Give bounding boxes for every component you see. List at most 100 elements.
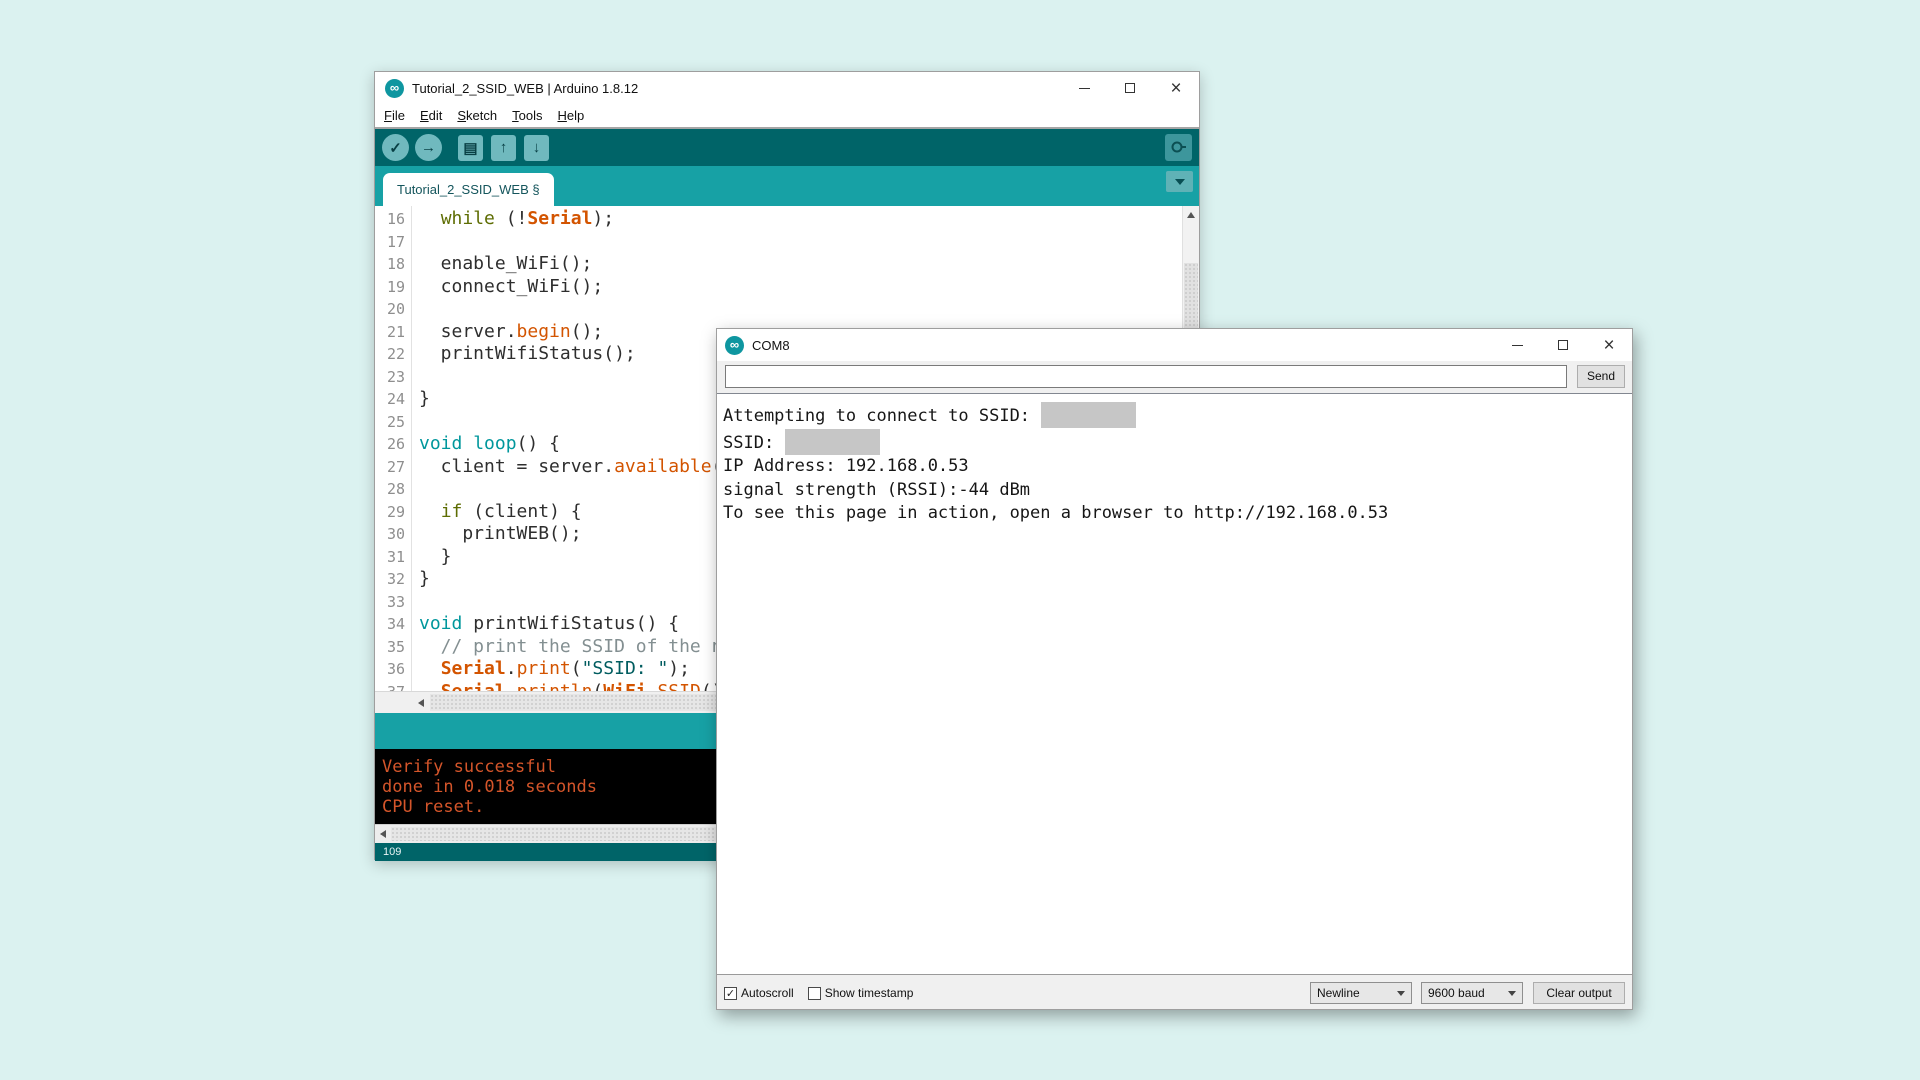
serial-send-input[interactable] <box>725 365 1567 388</box>
maximize-button[interactable] <box>1540 329 1586 361</box>
upload-button[interactable]: → <box>415 134 442 161</box>
document-icon: ▤ <box>463 139 477 157</box>
show-timestamp-checkbox[interactable] <box>808 987 821 1000</box>
line-ending-value: Newline <box>1317 986 1360 1000</box>
line-number: 22 <box>375 343 405 366</box>
line-number: 25 <box>375 411 405 434</box>
redaction-box <box>1041 402 1136 428</box>
gutter-separator <box>411 206 412 691</box>
check-icon: ✓ <box>389 139 402 157</box>
menu-sketch[interactable]: Sketch <box>457 108 497 123</box>
serial-window-title: COM8 <box>752 338 790 353</box>
minimize-button[interactable] <box>1494 329 1540 361</box>
line-number: 16 <box>375 208 405 231</box>
code-line: while (!Serial); <box>419 208 1004 231</box>
arduino-logo-icon: ∞ <box>385 79 404 98</box>
serial-output-line: IP Address: 192.168.0.53 <box>723 455 1632 479</box>
code-line <box>419 231 1004 254</box>
line-number: 17 <box>375 231 405 254</box>
up-arrow-icon: ↑ <box>500 139 508 156</box>
serial-output-line: SSID: <box>723 429 1632 456</box>
baud-rate-select[interactable]: 9600 baud <box>1421 982 1523 1004</box>
send-button[interactable]: Send <box>1577 365 1625 388</box>
line-number: 34 <box>375 613 405 636</box>
line-number: 35 <box>375 636 405 659</box>
line-number: 23 <box>375 366 405 389</box>
down-arrow-icon: ↓ <box>533 139 541 156</box>
line-number: 32 <box>375 568 405 591</box>
redaction-box <box>785 429 880 455</box>
serial-monitor-window: ∞ COM8 × Send Attempting to connect to S… <box>716 328 1633 1010</box>
minimize-icon <box>1079 88 1090 89</box>
serial-monitor-button[interactable] <box>1165 134 1192 161</box>
clear-output-button[interactable]: Clear output <box>1533 982 1625 1004</box>
menu-help[interactable]: Help <box>557 108 584 123</box>
menu-file[interactable]: File <box>384 108 405 123</box>
open-sketch-button[interactable]: ↑ <box>491 135 516 161</box>
maximize-button[interactable] <box>1107 72 1153 104</box>
scroll-up-button[interactable] <box>1183 206 1199 223</box>
code-line: enable_WiFi(); <box>419 253 1004 276</box>
tab-tutorial-2-ssid-web[interactable]: Tutorial_2_SSID_WEB § <box>383 173 554 206</box>
ide-window-title: Tutorial_2_SSID_WEB | Arduino 1.8.12 <box>412 81 638 96</box>
serial-output-line: To see this page in action, open a brows… <box>723 502 1632 526</box>
line-number: 29 <box>375 501 405 524</box>
line-number-gutter: 1617181920212223242526272829303132333435… <box>375 208 405 691</box>
serial-controls-bar: ✓ Autoscroll Show timestamp Newline 9600… <box>717 977 1632 1009</box>
minimize-button[interactable] <box>1061 72 1107 104</box>
line-number: 37 <box>375 681 405 692</box>
line-number: 27 <box>375 456 405 479</box>
serial-caption-buttons: × <box>1494 329 1632 361</box>
chevron-down-icon <box>1508 991 1516 996</box>
line-number: 36 <box>375 658 405 681</box>
show-timestamp-label: Show timestamp <box>825 986 914 1000</box>
desktop: { "ide_window": { "title": "Tutorial_2_S… <box>0 0 1920 1080</box>
code-line: connect_WiFi(); <box>419 276 1004 299</box>
line-number: 31 <box>375 546 405 569</box>
serial-output-line: signal strength (RSSI):-44 dBm <box>723 479 1632 503</box>
line-number: 33 <box>375 591 405 614</box>
console-scroll-left-button[interactable] <box>375 825 391 843</box>
minimize-icon <box>1512 345 1523 346</box>
save-sketch-button[interactable]: ↓ <box>524 135 549 161</box>
line-number: 19 <box>375 276 405 299</box>
close-icon: × <box>1170 79 1181 98</box>
chevron-down-icon <box>1175 179 1185 185</box>
ide-toolbar: ✓ → ▤ ↑ ↓ <box>375 129 1199 166</box>
line-number: 26 <box>375 433 405 456</box>
line-number: 21 <box>375 321 405 344</box>
autoscroll-label: Autoscroll <box>741 986 794 1000</box>
serial-output-line: Attempting to connect to SSID: <box>723 402 1632 429</box>
autoscroll-checkbox[interactable]: ✓ <box>724 987 737 1000</box>
triangle-left-icon <box>380 830 386 838</box>
chevron-down-icon <box>1397 991 1405 996</box>
scroll-left-button[interactable] <box>412 692 429 713</box>
verify-button[interactable]: ✓ <box>382 134 409 161</box>
line-ending-select[interactable]: Newline <box>1310 982 1412 1004</box>
right-arrow-icon: → <box>421 139 436 156</box>
ide-caption-buttons: × <box>1061 72 1199 104</box>
line-number: 28 <box>375 478 405 501</box>
arduino-logo-icon: ∞ <box>725 336 744 355</box>
close-button[interactable]: × <box>1153 72 1199 104</box>
tab-bar: Tutorial_2_SSID_WEB § <box>375 166 1199 206</box>
line-number: 24 <box>375 388 405 411</box>
line-number: 20 <box>375 298 405 321</box>
magnifier-icon <box>1170 139 1187 156</box>
code-line <box>419 298 1004 321</box>
baud-rate-value: 9600 baud <box>1428 986 1485 1000</box>
triangle-up-icon <box>1187 212 1195 218</box>
ide-titlebar[interactable]: ∞ Tutorial_2_SSID_WEB | Arduino 1.8.12 × <box>375 72 1199 104</box>
menu-edit[interactable]: Edit <box>420 108 442 123</box>
line-number: 18 <box>375 253 405 276</box>
statusbar-line-number: 109 <box>383 846 401 858</box>
close-icon: × <box>1603 336 1614 355</box>
maximize-icon <box>1125 83 1135 93</box>
menu-tools[interactable]: Tools <box>512 108 542 123</box>
new-sketch-button[interactable]: ▤ <box>458 135 483 161</box>
close-button[interactable]: × <box>1586 329 1632 361</box>
tab-list-dropdown-button[interactable] <box>1166 171 1193 192</box>
serial-output-area[interactable]: Attempting to connect to SSID: SSID: IP … <box>717 393 1632 975</box>
line-number: 30 <box>375 523 405 546</box>
serial-titlebar[interactable]: ∞ COM8 × <box>717 329 1632 361</box>
